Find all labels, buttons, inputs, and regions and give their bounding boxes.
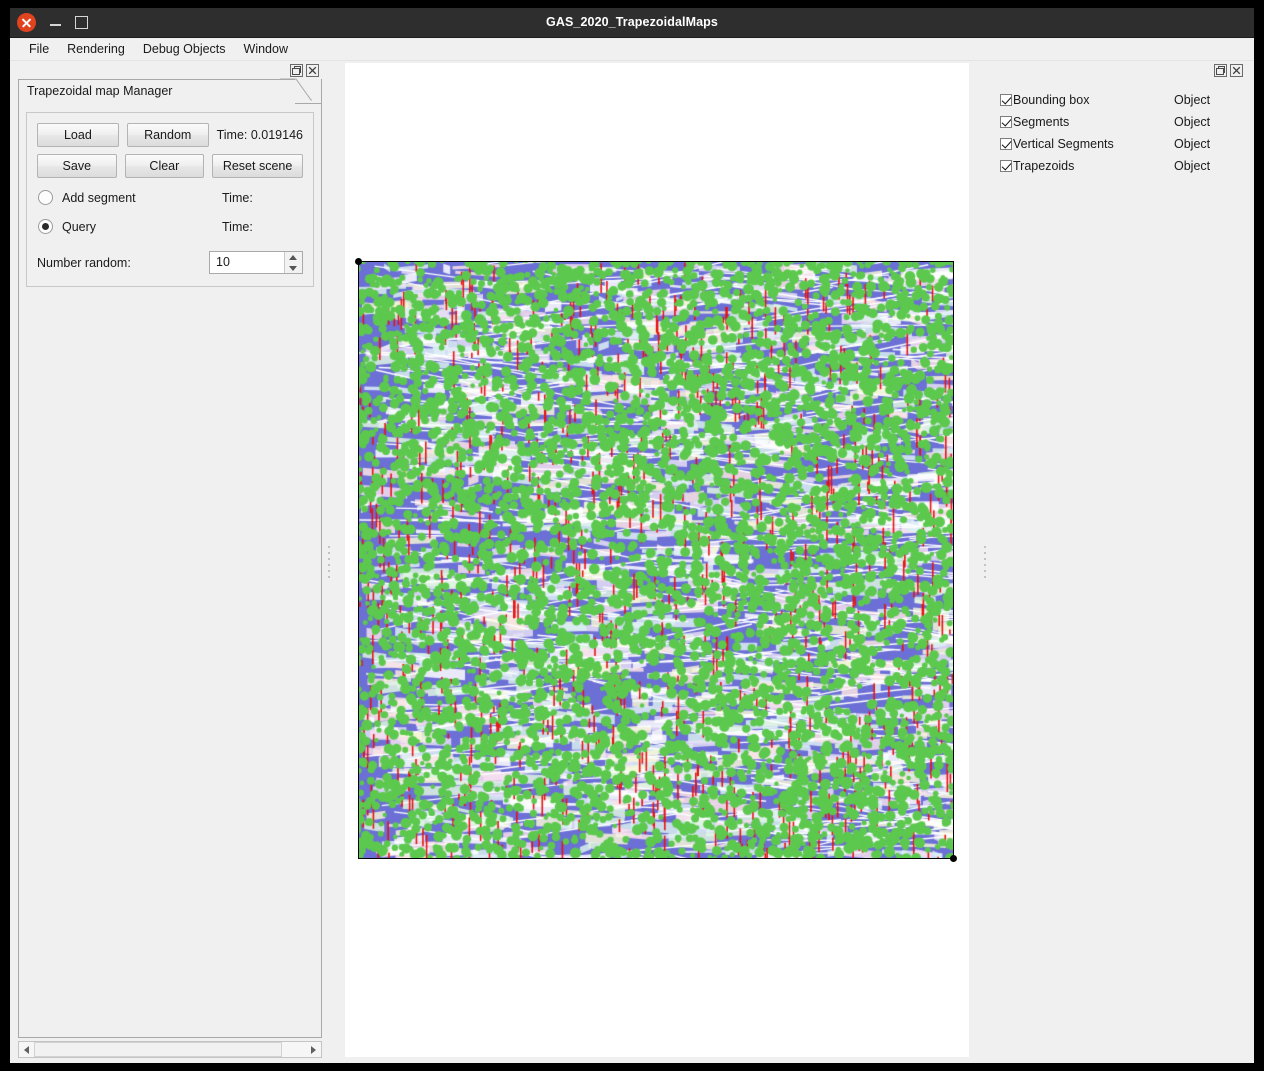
object-type: Object xyxy=(1174,159,1211,173)
add-segment-time-label: Time: xyxy=(222,190,253,205)
canvas-area xyxy=(336,61,978,1063)
dock-tab-strip: Trapezoidal map Manager xyxy=(18,78,322,104)
object-type: Object xyxy=(1174,93,1211,107)
radio-query[interactable] xyxy=(38,219,53,234)
close-icon[interactable] xyxy=(306,63,319,77)
checkbox-trapezoids[interactable] xyxy=(1000,160,1012,172)
trapezoidal-map-controls-group: Load Random Time: 0.019146 Save Clear Re… xyxy=(26,112,314,287)
close-icon[interactable] xyxy=(1230,63,1243,77)
application-window: GAS_2020_TrapezoidalMaps File Rendering … xyxy=(10,8,1254,1063)
splitter-grip xyxy=(328,546,330,578)
number-random-label: Number random: xyxy=(37,255,131,270)
title-bar: GAS_2020_TrapezoidalMaps xyxy=(10,8,1254,38)
list-item[interactable]: Bounding box Object xyxy=(1000,89,1246,111)
tab-trapezoidal-map-manager[interactable]: Trapezoidal map Manager xyxy=(18,79,295,104)
dock-empty-space xyxy=(26,287,314,1037)
object-list: Bounding box Object Segments Object Vert… xyxy=(992,79,1246,177)
float-icon[interactable] xyxy=(1214,63,1227,77)
left-dock-titlebar xyxy=(18,61,322,79)
menu-item-rendering[interactable]: Rendering xyxy=(58,40,134,58)
radio-query-label: Query xyxy=(62,219,97,234)
button-row-2: Save Clear Reset scene xyxy=(37,154,303,178)
radio-add-segment-label: Add segment xyxy=(62,190,136,205)
left-dock-horizontal-scrollbar[interactable] xyxy=(18,1041,322,1058)
checkbox-bounding-box[interactable] xyxy=(1000,94,1012,106)
trapezoidal-map-canvas[interactable] xyxy=(358,261,954,859)
right-dock-panel: Bounding box Object Segments Object Vert… xyxy=(992,61,1254,1063)
gl-viewport[interactable] xyxy=(345,63,969,1057)
menu-item-file[interactable]: File xyxy=(20,40,58,58)
button-row-1: Load Random Time: 0.019146 xyxy=(37,123,303,147)
build-time-label: Time: 0.019146 xyxy=(216,128,303,142)
random-button[interactable]: Random xyxy=(126,123,209,147)
object-name: Segments xyxy=(1013,115,1070,129)
main-body: Trapezoidal map Manager Load Random Time… xyxy=(10,61,1254,1063)
right-dock-titlebar xyxy=(992,61,1246,79)
list-item[interactable]: Segments Object xyxy=(1000,111,1246,133)
splitter-left[interactable] xyxy=(322,61,336,1063)
window-title: GAS_2020_TrapezoidalMaps xyxy=(546,15,718,29)
list-item[interactable]: Trapezoids Object xyxy=(1000,155,1246,177)
scrollbar-thumb[interactable] xyxy=(34,1042,282,1057)
left-dock-panel: Trapezoidal map Manager Load Random Time… xyxy=(10,61,322,1063)
number-random-value[interactable]: 10 xyxy=(210,252,284,273)
object-name: Bounding box xyxy=(1013,93,1090,107)
left-dock-content: Load Random Time: 0.019146 Save Clear Re… xyxy=(18,104,322,1038)
bbox-corner-top-left xyxy=(355,258,362,265)
load-button[interactable]: Load xyxy=(37,123,119,147)
trapezoidal-map-scene[interactable] xyxy=(355,258,957,862)
checkbox-vertical-segments[interactable] xyxy=(1000,138,1012,150)
clear-button[interactable]: Clear xyxy=(124,154,205,178)
reset-scene-button[interactable]: Reset scene xyxy=(212,154,303,178)
radio-add-segment[interactable] xyxy=(38,190,53,205)
menu-item-window[interactable]: Window xyxy=(235,40,297,58)
object-type: Object xyxy=(1174,115,1211,129)
spinner-down-icon[interactable] xyxy=(285,263,302,274)
menu-item-debug-objects[interactable]: Debug Objects xyxy=(134,40,235,58)
scroll-right-icon[interactable] xyxy=(306,1042,321,1057)
menu-bar: File Rendering Debug Objects Window xyxy=(10,38,1254,61)
splitter-right[interactable] xyxy=(978,61,992,1063)
query-time-label: Time: xyxy=(222,219,253,234)
object-name: Vertical Segments xyxy=(1013,137,1114,151)
number-random-stepper[interactable]: 10 xyxy=(209,251,303,274)
save-button[interactable]: Save xyxy=(37,154,117,178)
bbox-corner-bottom-right xyxy=(950,855,957,862)
object-type: Object xyxy=(1174,137,1211,151)
scroll-left-icon[interactable] xyxy=(19,1042,34,1057)
object-name: Trapezoids xyxy=(1013,159,1075,173)
radio-row-query[interactable]: Query Time: xyxy=(37,214,303,239)
float-icon[interactable] xyxy=(290,63,303,77)
spinner-arrows xyxy=(284,252,302,273)
radio-row-add-segment[interactable]: Add segment Time: xyxy=(37,185,303,210)
number-random-row: Number random: 10 xyxy=(37,251,303,274)
scrollbar-track[interactable] xyxy=(34,1042,306,1057)
list-item[interactable]: Vertical Segments Object xyxy=(1000,133,1246,155)
tab-label: Trapezoidal map Manager xyxy=(27,84,173,98)
splitter-grip xyxy=(984,546,986,578)
tab-slant-edge xyxy=(280,78,312,101)
checkbox-segments[interactable] xyxy=(1000,116,1012,128)
spinner-up-icon[interactable] xyxy=(285,252,302,263)
